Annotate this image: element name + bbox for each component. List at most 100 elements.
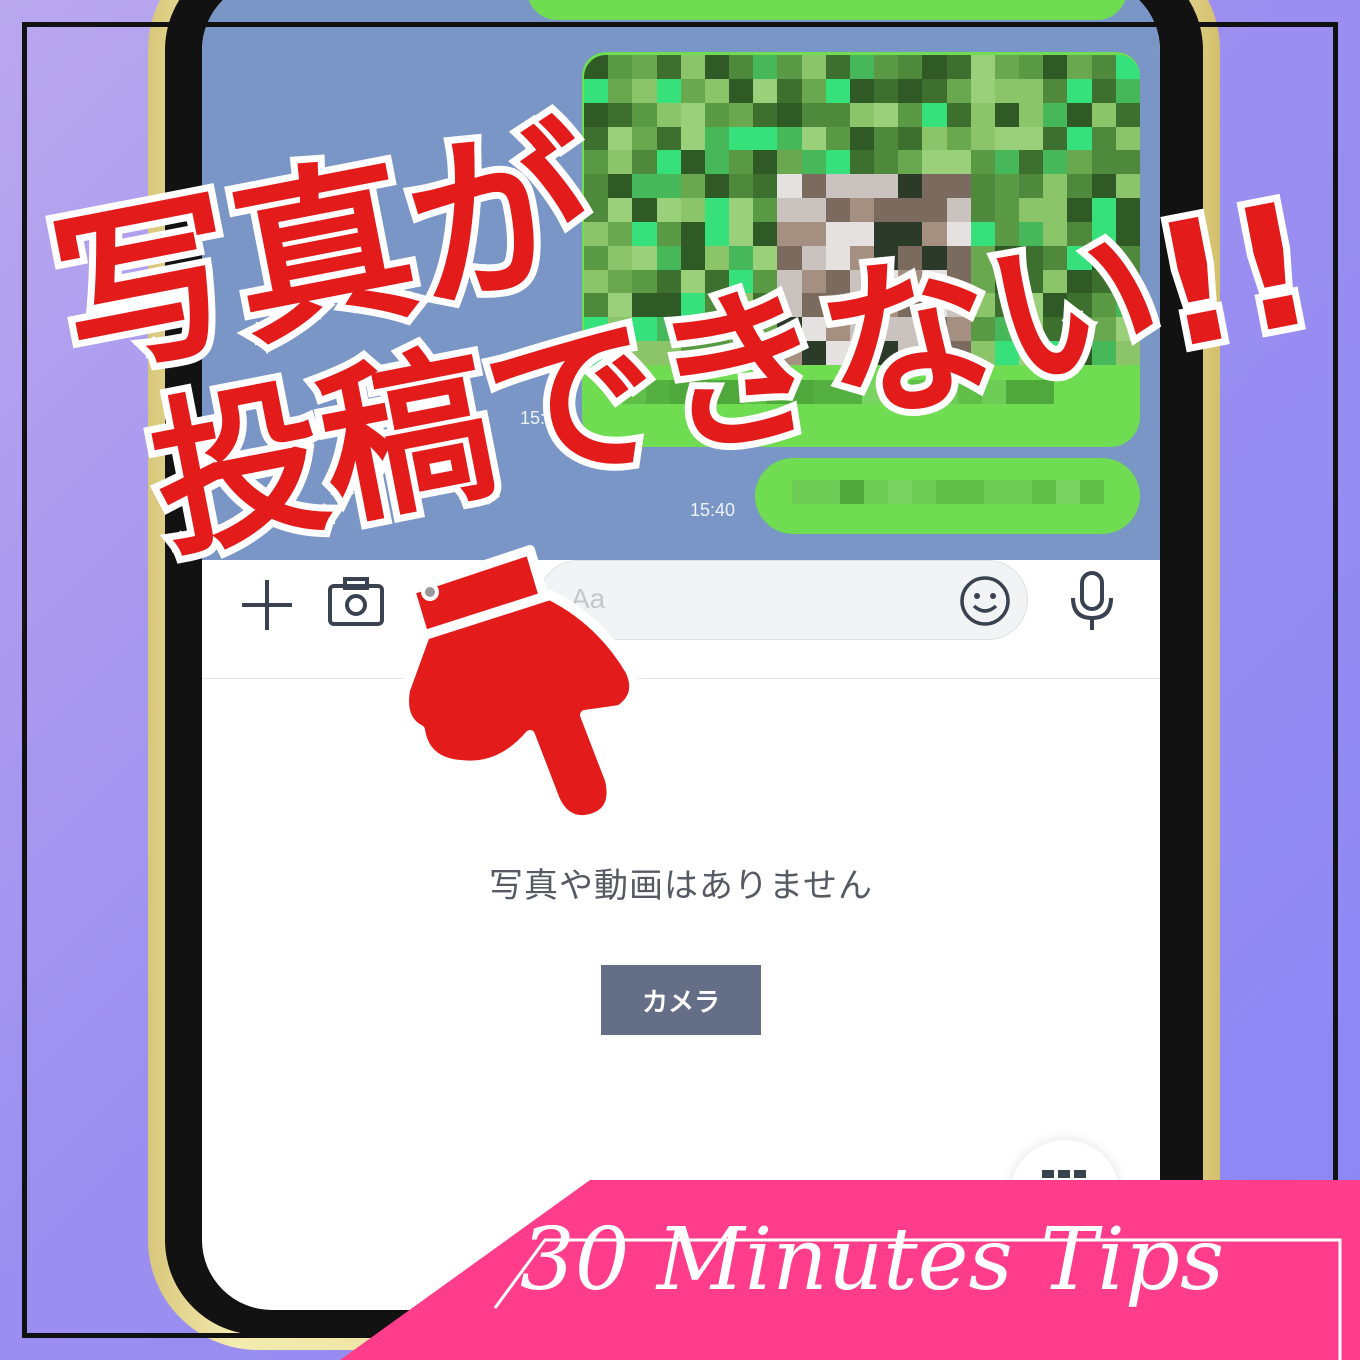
mosaic-tile <box>994 126 1020 151</box>
mosaic-tile <box>970 102 995 127</box>
mosaic-tile <box>632 126 657 151</box>
mosaic-tile <box>970 126 995 151</box>
mosaic-tile <box>729 150 754 175</box>
mosaic-tile <box>704 126 730 151</box>
mosaic-tile <box>1115 102 1140 127</box>
mosaic-tile <box>753 55 778 79</box>
blur-block <box>960 480 984 504</box>
mosaic-tile <box>729 78 754 103</box>
mosaic-tile <box>680 126 705 151</box>
message-input-bar: Aa <box>202 560 1160 679</box>
mosaic-tile <box>608 221 633 246</box>
camera-icon[interactable] <box>327 576 385 628</box>
mosaic-tile <box>1043 102 1068 127</box>
message-bubble[interactable] <box>527 0 1127 20</box>
mosaic-tile <box>898 78 923 103</box>
blur-block <box>912 480 936 504</box>
mosaic-tile <box>656 198 681 222</box>
mosaic-tile <box>922 126 947 151</box>
mosaic-tile <box>1067 126 1092 151</box>
plus-icon[interactable] <box>240 578 294 632</box>
mosaic-tile <box>729 126 754 151</box>
mosaic-tile <box>825 102 850 127</box>
mosaic-tile <box>632 102 657 127</box>
mosaic-tile <box>849 102 875 127</box>
mosaic-tile <box>729 174 754 199</box>
mosaic-tile <box>1019 55 1044 79</box>
mosaic-tile <box>656 102 681 127</box>
mosaic-tile <box>898 174 923 199</box>
blur-block <box>864 480 888 504</box>
mosaic-tile <box>825 78 850 103</box>
mosaic-tile <box>1019 78 1044 103</box>
mosaic-tile <box>801 55 826 79</box>
mosaic-tile <box>922 78 947 103</box>
emoji-icon[interactable] <box>959 575 1011 627</box>
mosaic-tile <box>994 78 1020 103</box>
mosaic-tile <box>584 78 609 103</box>
banner-text: 30 Minutes Tips <box>520 1210 1225 1310</box>
mosaic-tile <box>632 55 657 79</box>
mosaic-tile <box>970 78 995 103</box>
mosaic-tile <box>1091 102 1116 127</box>
mosaic-tile <box>874 55 899 79</box>
mosaic-tile <box>946 126 971 151</box>
mosaic-tile <box>753 126 778 151</box>
mosaic-tile <box>656 150 681 175</box>
mosaic-tile <box>1043 126 1068 151</box>
mosaic-tile <box>898 150 923 175</box>
mosaic-tile <box>704 78 730 103</box>
mosaic-tile <box>849 150 875 175</box>
mosaic-tile <box>922 55 947 79</box>
blur-block <box>888 480 912 504</box>
mosaic-tile <box>584 150 609 175</box>
mosaic-tile <box>1019 150 1044 175</box>
mosaic-tile <box>1115 126 1140 151</box>
mosaic-tile <box>680 174 705 199</box>
mosaic-tile <box>777 198 802 222</box>
mosaic-tile <box>994 150 1020 175</box>
mosaic-tile <box>704 198 730 222</box>
mosaic-tile <box>1019 102 1044 127</box>
mosaic-tile <box>753 102 778 127</box>
mosaic-tile <box>801 174 826 199</box>
blur-block <box>1080 480 1104 504</box>
mosaic-tile <box>801 126 826 151</box>
blur-block <box>792 480 816 504</box>
mosaic-tile <box>656 78 681 103</box>
mosaic-tile <box>874 126 899 151</box>
mosaic-tile <box>608 78 633 103</box>
microphone-icon[interactable] <box>1067 570 1117 632</box>
mosaic-tile <box>753 174 778 199</box>
mosaic-tile <box>608 55 633 79</box>
mosaic-tile <box>729 198 754 222</box>
mosaic-tile <box>898 126 923 151</box>
mosaic-tile <box>656 55 681 79</box>
mosaic-tile <box>608 174 633 199</box>
blur-block <box>936 480 960 504</box>
mosaic-tile <box>632 221 657 246</box>
mosaic-tile <box>1067 78 1092 103</box>
mosaic-tile <box>608 126 633 151</box>
mosaic-tile <box>777 174 802 199</box>
mosaic-tile <box>680 198 705 222</box>
mosaic-tile <box>656 174 681 199</box>
mosaic-tile <box>946 102 971 127</box>
mosaic-tile <box>994 102 1020 127</box>
mosaic-tile <box>946 55 971 79</box>
mosaic-tile <box>874 174 899 199</box>
mosaic-tile <box>680 150 705 175</box>
mosaic-tile <box>608 102 633 127</box>
mosaic-tile <box>1091 55 1116 79</box>
camera-button[interactable]: カメラ <box>601 965 761 1035</box>
mosaic-tile <box>898 55 923 79</box>
mosaic-tile <box>801 78 826 103</box>
mosaic-tile <box>656 126 681 151</box>
blur-block <box>984 480 1008 504</box>
blur-block <box>840 480 864 504</box>
mosaic-tile <box>922 150 947 175</box>
mosaic-tile <box>1115 55 1140 79</box>
timestamp: 15:40 <box>690 500 736 520</box>
mosaic-tile <box>825 126 850 151</box>
mosaic-tile <box>849 174 875 199</box>
